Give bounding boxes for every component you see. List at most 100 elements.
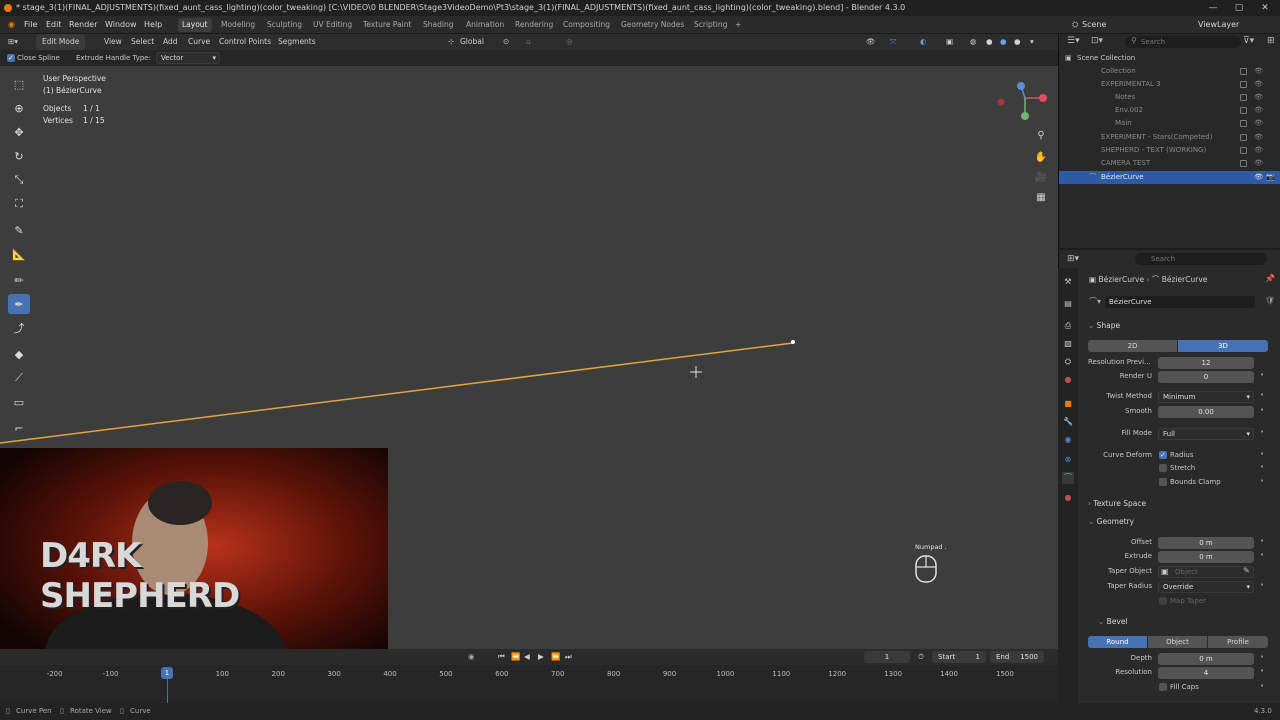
minimize-button[interactable]: — <box>1200 0 1226 16</box>
menu-help[interactable]: Help <box>140 16 166 34</box>
physics-tab-icon[interactable]: ◉ <box>1062 434 1074 446</box>
tab-modeling[interactable]: Modeling <box>217 18 259 32</box>
eye-icon[interactable]: 👁 <box>1254 157 1263 170</box>
exclude-checkbox[interactable] <box>1240 120 1247 127</box>
eyedropper-icon[interactable]: ✎ <box>1243 566 1250 575</box>
current-frame-field[interactable]: 1 <box>864 651 910 663</box>
gizmo-toggle-icon[interactable]: ⤧ <box>890 34 896 50</box>
ortho-toggle-icon[interactable]: ▦ <box>1033 190 1049 206</box>
keyframe-dot-icon[interactable]: • <box>1260 450 1264 458</box>
tab-layout[interactable]: Layout <box>178 18 212 32</box>
maximize-button[interactable]: ▢ <box>1226 0 1252 16</box>
navigation-gizmo[interactable] <box>996 78 1052 126</box>
draw-icon[interactable]: ✏ <box>8 270 30 290</box>
twist-method-dropdown[interactable]: Minimum <box>1158 391 1254 403</box>
bevel-round-button[interactable]: Round <box>1088 636 1147 648</box>
cursor-icon[interactable]: ⊕ <box>8 98 30 118</box>
close-window-button[interactable]: ✕ <box>1252 0 1278 16</box>
menu-edit[interactable]: Edit <box>42 16 66 34</box>
bevel-resolution-field[interactable]: 4 <box>1158 667 1254 679</box>
texture-space-section-header[interactable]: Texture Space <box>1088 499 1146 508</box>
view-layer-tab-icon[interactable]: ▧ <box>1062 338 1074 350</box>
tool-tab-icon[interactable]: ⚒ <box>1062 276 1074 288</box>
bevel-object-button[interactable]: Object <box>1148 636 1207 648</box>
editor-type-icon[interactable]: ⊞▾ <box>8 34 18 50</box>
play-icon[interactable]: ▶ <box>538 649 544 665</box>
display-mode-icon[interactable]: ⊡▾ <box>1091 36 1103 46</box>
menu-view[interactable]: View <box>104 34 122 50</box>
eye-icon[interactable]: 👁 <box>1254 65 1263 78</box>
keyframe-dot-icon[interactable]: • <box>1260 391 1264 399</box>
keyframe-dot-icon[interactable]: • <box>1260 667 1264 675</box>
xray-icon[interactable]: ▣ <box>946 34 953 50</box>
move-icon[interactable]: ✥ <box>8 122 30 142</box>
shading-options-icon[interactable]: ▾ <box>1030 34 1034 50</box>
shape-3d-button[interactable]: 3D <box>1178 340 1268 352</box>
resolution-preview-field[interactable]: 12 <box>1158 357 1254 369</box>
tilt-icon[interactable]: ⟋ <box>8 368 30 388</box>
outliner-search-input[interactable]: Search <box>1125 36 1241 48</box>
eye-icon[interactable]: 👁 <box>1254 91 1263 104</box>
outliner-row[interactable]: Notes 👁 <box>1059 91 1280 104</box>
exclude-checkbox[interactable] <box>1240 107 1247 114</box>
menu-render[interactable]: Render <box>65 16 101 34</box>
shading-wireframe-icon[interactable]: ◍ <box>970 34 977 50</box>
shading-material-icon[interactable]: ● <box>1000 34 1007 50</box>
radius-icon[interactable]: ◆ <box>8 344 30 364</box>
view-layer-selector[interactable]: ViewLayer <box>1194 16 1243 34</box>
filter-icon[interactable]: ⊽▾ <box>1243 36 1254 46</box>
snap-icon[interactable]: ⌂ <box>526 34 531 50</box>
eye-icon[interactable]: 👁 <box>1254 171 1263 184</box>
exclude-checkbox[interactable] <box>1240 147 1247 154</box>
keyframe-dot-icon[interactable]: • <box>1260 551 1264 559</box>
fill-mode-dropdown[interactable]: Full <box>1158 428 1254 440</box>
shading-solid-icon[interactable]: ● <box>986 34 993 50</box>
outliner-row[interactable]: EXPERIMENT - Stars(Competed) 👁 <box>1059 131 1280 144</box>
add-workspace-button[interactable]: + <box>731 18 745 32</box>
keyframe-dot-icon[interactable]: • <box>1260 406 1264 414</box>
extrude-handle-dropdown[interactable]: Vector <box>156 52 220 64</box>
scene-collection-row[interactable]: ▣ Scene Collection <box>1059 52 1280 65</box>
object-tab-icon[interactable]: ■ <box>1062 398 1074 410</box>
eye-icon[interactable]: 👁 <box>1254 131 1263 144</box>
overlay-toggle-icon[interactable]: ◐ <box>920 34 927 50</box>
playhead[interactable]: 1 <box>161 667 173 679</box>
output-tab-icon[interactable]: ⎙ <box>1062 320 1074 332</box>
keyframe-dot-icon[interactable]: • <box>1260 653 1264 661</box>
eye-icon[interactable]: 👁 <box>1254 144 1263 157</box>
constraints-tab-icon[interactable]: ⊗ <box>1062 454 1074 466</box>
tab-scripting[interactable]: Scripting <box>690 18 731 32</box>
keyframe-record-icon[interactable]: ◉ <box>468 649 475 665</box>
keyframe-dot-icon[interactable]: • <box>1260 581 1264 589</box>
eye-icon[interactable]: 👁 <box>1254 104 1263 117</box>
pivot-icon[interactable]: ⊙ <box>503 34 509 50</box>
start-frame-field[interactable]: Start 1 <box>932 651 986 663</box>
pan-view-icon[interactable]: ✋ <box>1033 150 1049 166</box>
menu-curve[interactable]: Curve <box>188 34 210 50</box>
datablock-name-field[interactable]: BézierCurve <box>1105 296 1255 308</box>
tab-uv-editing[interactable]: UV Editing <box>309 18 356 32</box>
fill-caps-checkbox[interactable] <box>1159 683 1167 691</box>
outliner-row[interactable]: Main 👁 <box>1059 117 1280 130</box>
fake-user-icon[interactable]: 🛡 <box>1265 296 1275 305</box>
mode-selector[interactable]: Edit Mode <box>36 34 86 50</box>
outliner-editor-icon[interactable]: ☰▾ <box>1067 36 1080 46</box>
outliner-row[interactable]: SHEPHERD - TEXT (WORKING) 👁 <box>1059 144 1280 157</box>
depth-field[interactable]: 0 m <box>1158 653 1254 665</box>
annotate-icon[interactable]: ✎ <box>8 220 30 240</box>
offset-field[interactable]: 0 m <box>1158 537 1254 549</box>
jump-end-icon[interactable]: ⏭ <box>565 649 572 665</box>
bevel-section-header[interactable]: Bevel <box>1098 617 1128 626</box>
render-tab-icon[interactable]: ▤ <box>1062 298 1074 310</box>
keyframe-dot-icon[interactable]: • <box>1260 682 1264 690</box>
rotate-icon[interactable]: ↻ <box>8 146 30 166</box>
jump-start-icon[interactable]: ⏮ <box>498 649 505 665</box>
menu-segments[interactable]: Segments <box>278 34 316 50</box>
tab-compositing[interactable]: Compositing <box>559 18 614 32</box>
properties-search-input[interactable]: Search <box>1135 253 1267 265</box>
outliner-row[interactable]: CAMERA TEST 👁 <box>1059 157 1280 170</box>
bounds-clamp-checkbox[interactable] <box>1159 478 1167 486</box>
tab-shading[interactable]: Shading <box>419 18 457 32</box>
taper-object-field[interactable]: Object <box>1158 566 1254 578</box>
world-tab-icon[interactable]: ● <box>1062 374 1074 386</box>
